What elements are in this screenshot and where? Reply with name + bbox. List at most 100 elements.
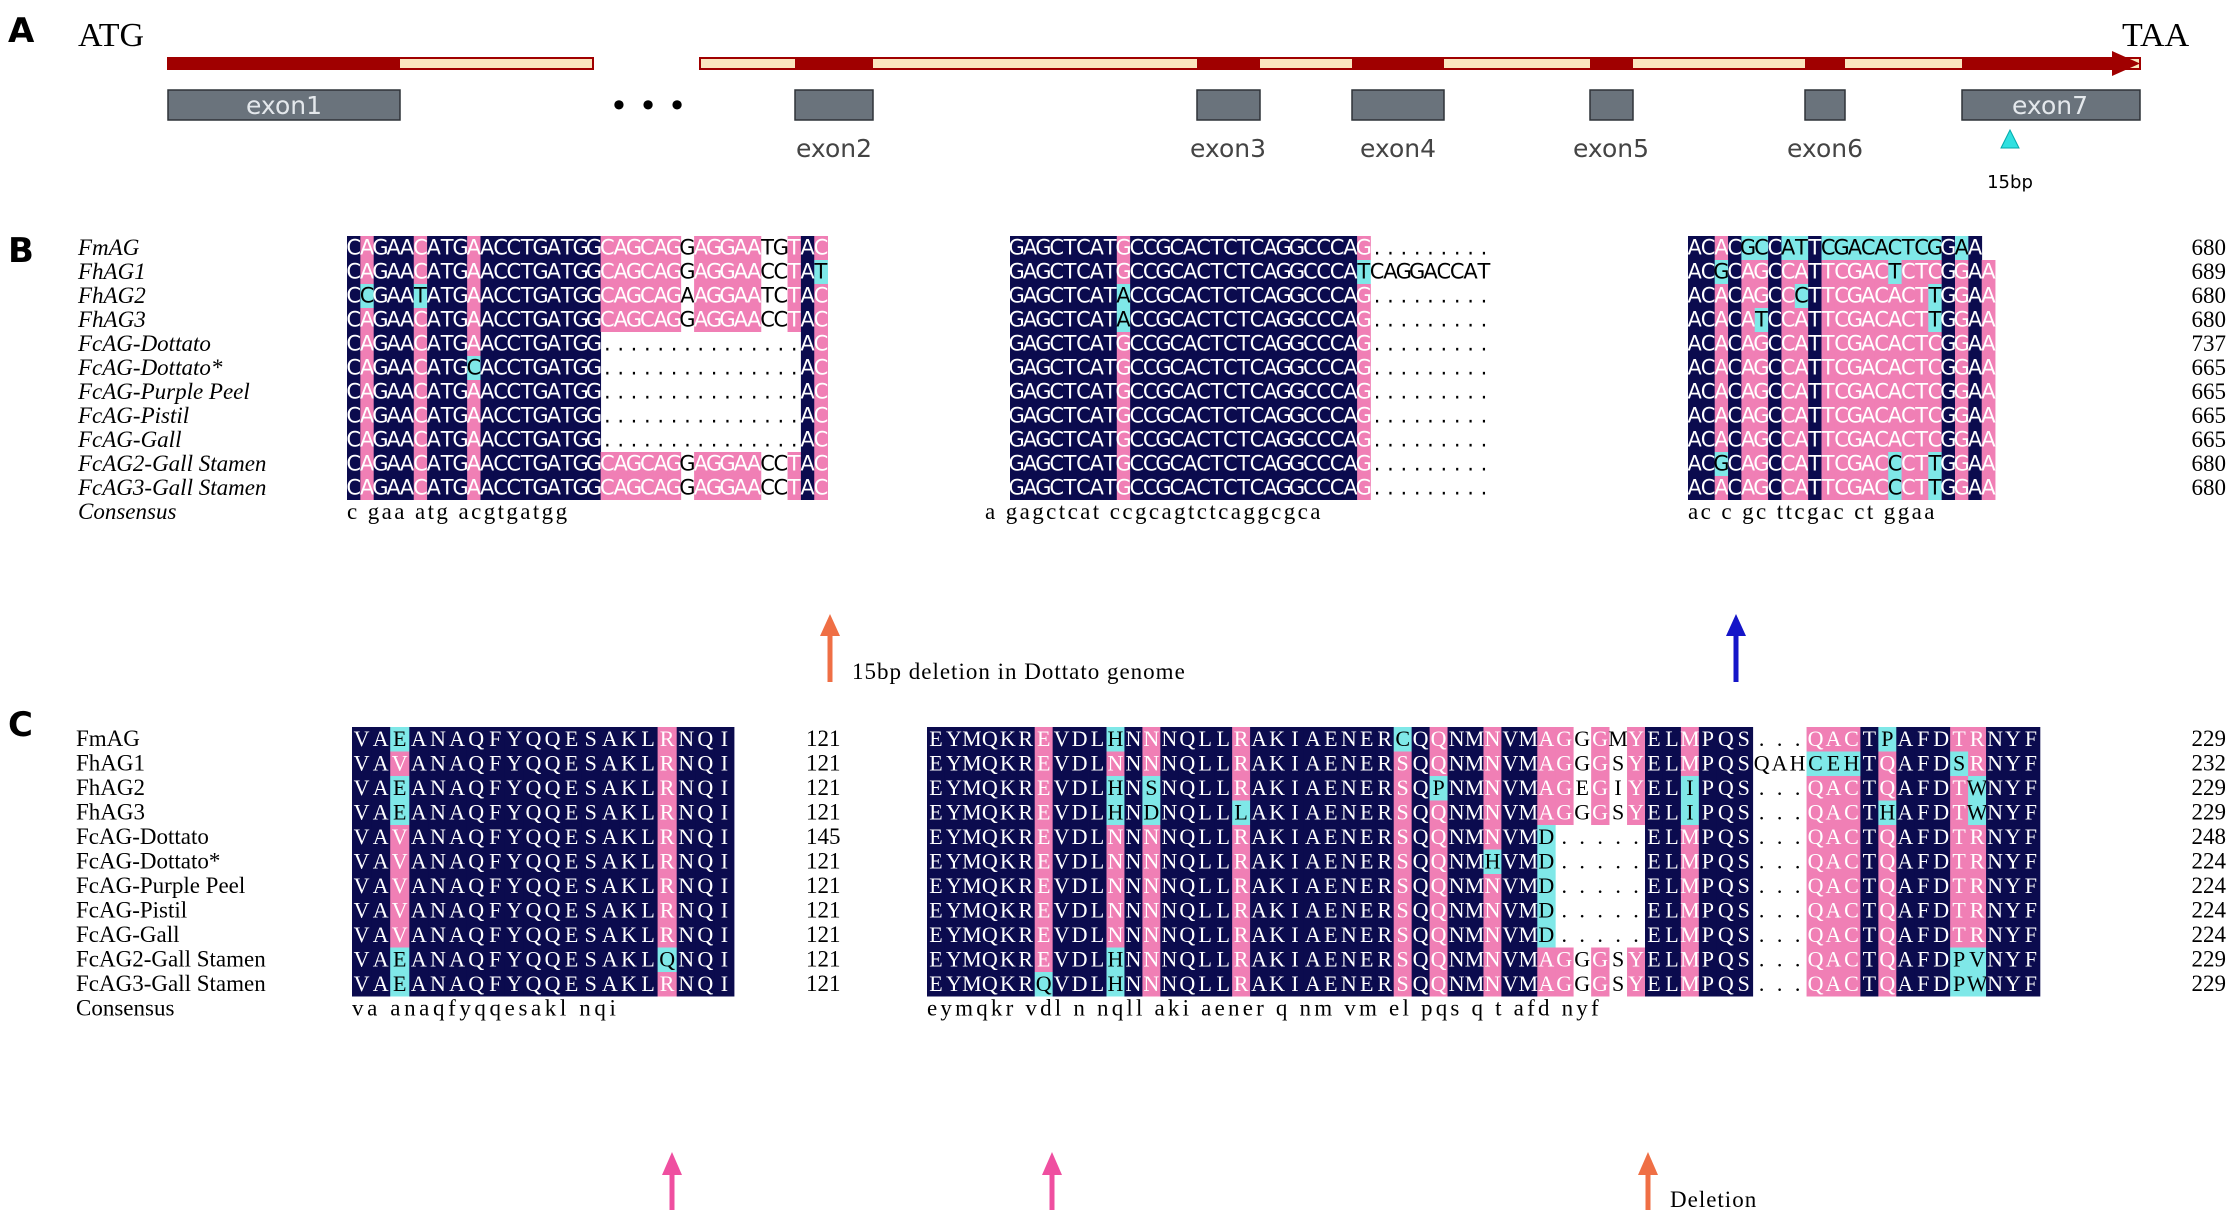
residue: R <box>1018 849 1033 874</box>
residue: L <box>641 922 654 947</box>
residue: E <box>929 751 942 776</box>
residue: . <box>751 404 758 428</box>
residue: N <box>1987 751 2003 776</box>
residue: A <box>449 824 465 849</box>
residue: . <box>1414 380 1421 404</box>
residue: S <box>585 971 597 996</box>
residue: T <box>1952 873 1966 898</box>
residue: C <box>1701 308 1716 332</box>
residue: . <box>1374 476 1381 500</box>
residue: I <box>1614 775 1621 800</box>
residue: R <box>1018 751 1033 776</box>
residue: M <box>1680 824 1700 849</box>
residue: C <box>1223 332 1238 356</box>
residue: C <box>1250 308 1265 332</box>
residue: K <box>621 849 637 874</box>
residue: H <box>1108 947 1124 972</box>
residue: C <box>1196 260 1211 284</box>
residue: C <box>1901 308 1916 332</box>
residue: . <box>751 380 758 404</box>
residue: E <box>393 775 406 800</box>
residue: A <box>1305 751 1321 776</box>
residue: S <box>1738 800 1750 825</box>
residue: . <box>631 428 638 452</box>
residue: T <box>1210 236 1224 260</box>
protein-position-left: 121 <box>806 922 841 947</box>
sequence-name: FcAG-Pistil <box>77 403 189 428</box>
residue: . <box>764 380 771 404</box>
residue: A <box>602 824 618 849</box>
residue: Y <box>506 947 522 972</box>
protein-name: FcAG-Pistil <box>76 898 187 923</box>
residue: M <box>962 726 982 751</box>
residue: F <box>1917 947 1929 972</box>
residue: C <box>1250 332 1265 356</box>
residue: C <box>1727 404 1742 428</box>
residue: . <box>1454 356 1461 380</box>
residue: N <box>1125 849 1141 874</box>
residue: N <box>430 947 446 972</box>
residue: Q <box>1431 800 1447 825</box>
residue: A <box>1538 800 1554 825</box>
residue: C <box>1781 404 1796 428</box>
residue: L <box>641 775 654 800</box>
residue: D <box>1072 800 1088 825</box>
residue: A <box>411 800 427 825</box>
residue: C <box>814 380 829 404</box>
residue: S <box>1397 849 1409 874</box>
residue: . <box>697 380 704 404</box>
residue: A <box>373 824 389 849</box>
deletion-annotation-c: Deletion <box>1670 1187 1757 1212</box>
residue: D <box>1933 947 1949 972</box>
residue: D <box>1538 873 1554 898</box>
residue: . <box>657 404 664 428</box>
residue: C <box>1076 284 1091 308</box>
residue: C <box>1844 971 1859 996</box>
panel-c-label: C <box>8 705 33 745</box>
residue: A <box>1897 873 1913 898</box>
residue: . <box>671 332 678 356</box>
residue: N <box>1108 873 1124 898</box>
residue: P <box>1702 775 1714 800</box>
protein-name: FcAG-Dottato <box>76 824 209 849</box>
residue: Q <box>1879 971 1895 996</box>
residue: N <box>1449 726 1465 751</box>
residue: L <box>1665 824 1678 849</box>
residue: G <box>586 380 602 404</box>
residue: . <box>1441 380 1448 404</box>
residue: E <box>1037 849 1050 874</box>
residue: Y <box>946 775 962 800</box>
residue: E <box>1360 947 1373 972</box>
panel-b-nucleotide-alignment: B FmAGFhAG1FhAG2FhAG3FcAG-DottatoFcAG-Do… <box>8 231 2226 684</box>
residue: P <box>1702 824 1714 849</box>
residue: C <box>1049 356 1064 380</box>
residue: L <box>1091 873 1104 898</box>
residue: Q <box>1808 726 1824 751</box>
residue: D <box>1933 922 1949 947</box>
residue: A <box>1981 356 1996 380</box>
residue: M <box>1465 873 1485 898</box>
residue: A <box>1897 922 1913 947</box>
residue: L <box>1091 726 1104 751</box>
residue: . <box>1374 380 1381 404</box>
residue: C <box>1888 236 1903 260</box>
residue: M <box>1608 726 1628 751</box>
residue: T <box>1914 332 1928 356</box>
residue: Q <box>468 800 484 825</box>
residue: . <box>617 332 624 356</box>
residue: D <box>1933 873 1949 898</box>
exon5-label: exon5 <box>1573 134 1649 163</box>
residue: K <box>621 873 637 898</box>
residue: Q <box>526 775 542 800</box>
residue: C <box>1844 726 1859 751</box>
residue: . <box>724 332 731 356</box>
residue: A <box>1251 849 1267 874</box>
residue: S <box>1738 922 1750 947</box>
residue: K <box>621 824 637 849</box>
residue: . <box>1561 824 1567 849</box>
residue: . <box>1454 476 1461 500</box>
residue: N <box>1484 898 1500 923</box>
residue: E <box>1575 775 1588 800</box>
residue: A <box>1538 947 1554 972</box>
residue: T <box>1236 332 1250 356</box>
